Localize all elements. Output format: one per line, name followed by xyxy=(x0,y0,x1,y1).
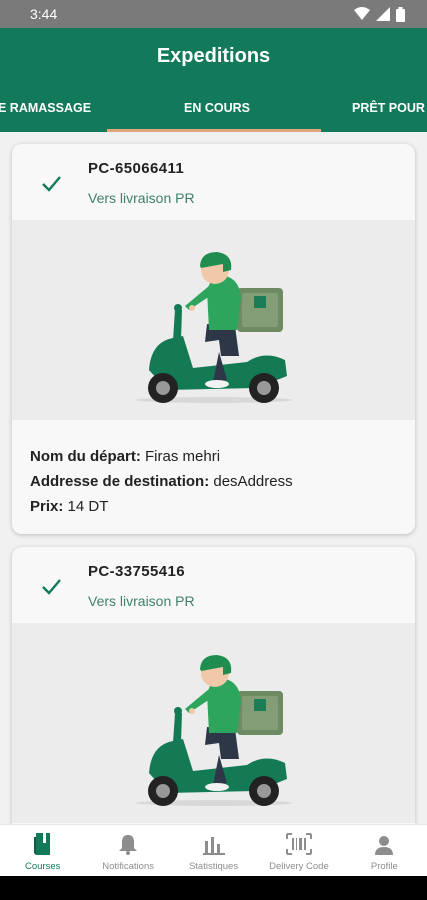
bottom-navigation: Courses Notifications Statistiques Deliv… xyxy=(0,824,427,876)
expedition-status: Vers livraison PR xyxy=(88,593,195,609)
destination-label: Addresse de destination: xyxy=(30,473,210,490)
scooter-rider-icon xyxy=(135,252,292,403)
check-icon xyxy=(42,176,61,192)
system-navigation-bar xyxy=(0,876,427,900)
price-line: Prix: 14 DT xyxy=(30,498,108,515)
status-bar: 3:44 xyxy=(0,0,427,28)
status-time: 3:44 xyxy=(30,6,58,22)
nav-delivery-code[interactable]: Delivery Code xyxy=(256,825,341,876)
page-title: Expeditions xyxy=(156,44,271,67)
expedition-code: PC-65066411 xyxy=(88,160,185,177)
depart-name-line: Nom du départ: Firas mehri xyxy=(30,448,220,465)
destination-line: Addresse de destination: desAddress xyxy=(30,473,293,490)
nav-statistiques[interactable]: Statistiques xyxy=(171,825,256,876)
nav-label-delivery-code: Delivery Code xyxy=(269,861,329,872)
nav-notifications[interactable]: Notifications xyxy=(85,825,170,876)
nav-label-notifications: Notifications xyxy=(102,861,154,872)
bell-icon xyxy=(119,835,138,855)
price-label: Prix: xyxy=(30,498,64,515)
expedition-card[interactable]: PC-33755416 Vers livraison PR xyxy=(12,547,415,824)
nav-label-statistiques: Statistiques xyxy=(188,861,239,872)
expedition-card[interactable]: PC-65066411 Vers livraison PR Nom du dép… xyxy=(12,144,415,534)
nav-profile[interactable]: Profile xyxy=(342,825,427,876)
person-icon xyxy=(375,836,394,855)
price-value: 14 DT xyxy=(67,498,109,515)
app-bar: Expeditions xyxy=(0,28,427,84)
scooter-rider-icon xyxy=(135,655,292,806)
expedition-code: PC-33755416 xyxy=(88,563,185,580)
expedition-list[interactable]: PC-65066411 Vers livraison PR Nom du dép… xyxy=(0,132,427,824)
status-icons xyxy=(354,6,405,22)
destination-value: desAddress xyxy=(213,473,293,490)
nav-label-courses: Courses xyxy=(25,861,61,872)
barcode-icon xyxy=(285,833,312,855)
delivery-scooter-illustration xyxy=(12,623,415,823)
tab-bar: E RAMASSAGE EN COURS PRÊT POUR L xyxy=(0,84,427,132)
courses-icon xyxy=(33,833,50,855)
tab-en-cours[interactable]: EN COURS xyxy=(184,84,250,132)
expedition-status: Vers livraison PR xyxy=(88,190,195,206)
delivery-scooter-illustration xyxy=(12,220,415,420)
wifi-icon xyxy=(354,7,370,20)
signal-icon xyxy=(376,7,390,21)
check-icon xyxy=(42,579,61,595)
depart-label: Nom du départ: xyxy=(30,448,141,465)
bar-chart-icon xyxy=(202,837,225,855)
tab-ramassage[interactable]: E RAMASSAGE xyxy=(0,84,91,132)
nav-label-profile: Profile xyxy=(370,861,398,872)
nav-courses[interactable]: Courses xyxy=(0,825,85,876)
depart-value: Firas mehri xyxy=(145,448,221,465)
tab-pret-pour[interactable]: PRÊT POUR L xyxy=(352,84,427,132)
battery-icon xyxy=(396,6,405,22)
